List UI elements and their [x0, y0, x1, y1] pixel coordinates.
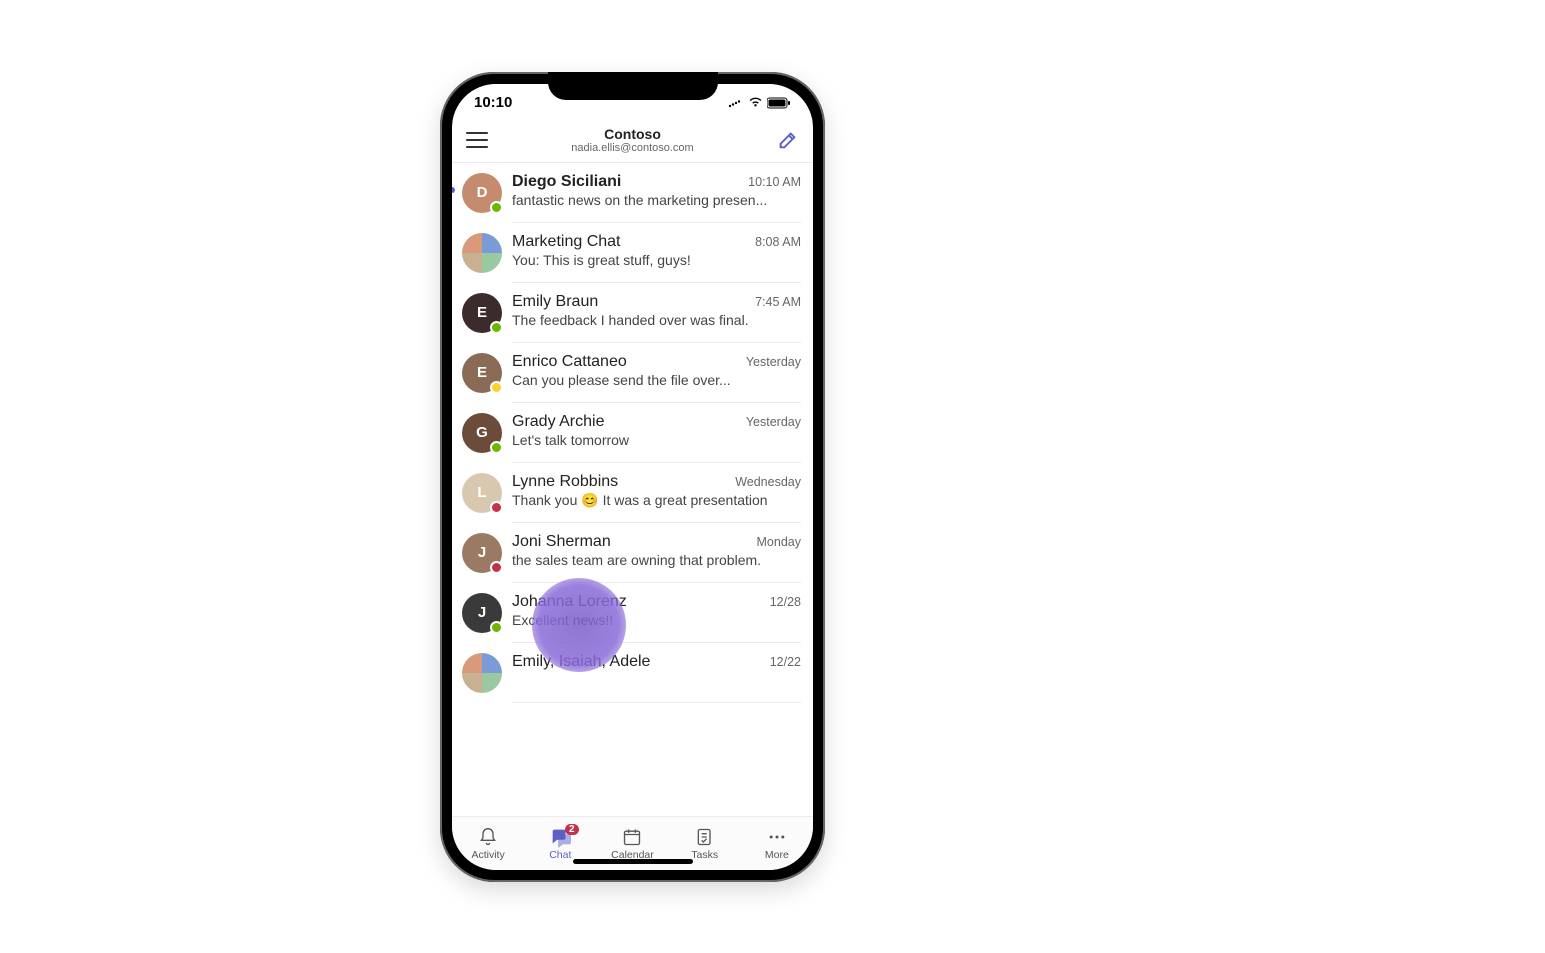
unread-dot: [452, 187, 455, 193]
presence-dnd: [490, 501, 503, 514]
avatar: J: [462, 533, 502, 573]
menu-button[interactable]: [466, 132, 488, 148]
tab-label: Activity: [471, 849, 504, 861]
chat-name: Johanna Lorenz: [512, 593, 627, 611]
chat-row[interactable]: D Diego Siciliani 10:10 AM fantastic news o…: [452, 163, 813, 223]
notch: [548, 72, 718, 100]
chat-time: 8:08 AM: [755, 235, 801, 249]
calendar-icon: [621, 826, 643, 848]
chat-time: 10:10 AM: [748, 175, 801, 189]
divider: [512, 702, 801, 703]
chat-row[interactable]: Marketing Chat 8:08 AM You: This is great …: [452, 223, 813, 283]
chat-preview: the sales team are owning that problem.: [512, 552, 801, 568]
chat-preview: fantastic news on the marketing presen..…: [512, 192, 801, 208]
avatar: [462, 653, 502, 693]
chat-time: Monday: [757, 535, 801, 549]
chat-time: 7:45 AM: [755, 295, 801, 309]
chat-row[interactable]: J Joni Sherman Monday the sales team are ow…: [452, 523, 813, 583]
header-titles[interactable]: Contoso nadia.ellis@contoso.com: [571, 126, 693, 154]
cellular-icon: [728, 98, 744, 108]
avatar: E: [462, 293, 502, 333]
wifi-icon: [748, 97, 763, 108]
user-email: nadia.ellis@contoso.com: [571, 142, 693, 154]
chat-time: Yesterday: [746, 355, 801, 369]
chat-name: Diego Siciliani: [512, 173, 621, 191]
tab-more[interactable]: More: [749, 826, 805, 861]
phone-frame: 10:10 Contoso nadia.ellis@contoso.com DD…: [440, 72, 825, 882]
chat-time: 12/22: [770, 655, 801, 669]
more-icon: [766, 826, 788, 848]
chat-row[interactable]: L Lynne Robbins Wednesday Thank you 😊 It wa…: [452, 463, 813, 523]
chat-row[interactable]: J Johanna Lorenz 12/28 Excellent news!!: [452, 583, 813, 643]
chat-time: Yesterday: [746, 415, 801, 429]
status-time: 10:10: [474, 94, 512, 111]
tab-calendar[interactable]: Calendar: [604, 826, 660, 861]
chat-preview: Let's talk tomorrow: [512, 432, 801, 448]
presence-available: [490, 321, 503, 334]
app-header: Contoso nadia.ellis@contoso.com: [452, 122, 813, 163]
tab-tasks[interactable]: Tasks: [677, 826, 733, 861]
chat-list[interactable]: D Diego Siciliani 10:10 AM fantastic news o…: [452, 163, 813, 816]
status-indicators: [728, 97, 791, 109]
avatar: L: [462, 473, 502, 513]
chat-time: 12/28: [770, 595, 801, 609]
chat-preview: Can you please send the file over...: [512, 372, 801, 388]
presence-available: [490, 201, 503, 214]
tab-activity[interactable]: Activity: [460, 826, 516, 861]
chat-preview: You: This is great stuff, guys!: [512, 252, 801, 268]
chat-preview: Excellent news!!: [512, 612, 801, 628]
tasks-icon: [694, 826, 716, 848]
presence-away: [490, 381, 503, 394]
chat-preview: Thank you 😊 It was a great presentation: [512, 492, 801, 509]
avatar: J: [462, 593, 502, 633]
tab-chat[interactable]: 2 Chat: [532, 826, 588, 861]
tab-label: More: [765, 849, 789, 861]
chat-name: Marketing Chat: [512, 233, 621, 251]
chat-row[interactable]: G Grady Archie Yesterday Let's talk tomorro…: [452, 403, 813, 463]
chat-row[interactable]: E Enrico Cattaneo Yesterday Can you please …: [452, 343, 813, 403]
bell-icon: [477, 826, 499, 848]
presence-available: [490, 621, 503, 634]
compose-icon[interactable]: [777, 129, 799, 151]
avatar: E: [462, 353, 502, 393]
chat-name: Enrico Cattaneo: [512, 353, 627, 371]
tab-label: Tasks: [691, 849, 718, 861]
chat-row[interactable]: Emily, Isaiah, Adele 12/22: [452, 643, 813, 703]
avatar: [462, 233, 502, 273]
org-name: Contoso: [571, 126, 693, 142]
chat-name: Lynne Robbins: [512, 473, 618, 491]
home-indicator[interactable]: [573, 859, 693, 864]
chat-time: Wednesday: [735, 475, 801, 489]
presence-available: [490, 441, 503, 454]
chat-name: Emily Braun: [512, 293, 598, 311]
avatar: G: [462, 413, 502, 453]
chat-badge: 2: [565, 824, 579, 835]
presence-dnd: [490, 561, 503, 574]
tab-label: Chat: [549, 849, 571, 861]
chat-name: Grady Archie: [512, 413, 604, 431]
screen: 10:10 Contoso nadia.ellis@contoso.com DD…: [452, 84, 813, 870]
chat-preview: The feedback I handed over was final.: [512, 312, 801, 328]
battery-icon: [767, 97, 791, 109]
chat-name: Emily, Isaiah, Adele: [512, 653, 650, 671]
chat-name: Joni Sherman: [512, 533, 611, 551]
chat-row[interactable]: E Emily Braun 7:45 AM The feedback I handed…: [452, 283, 813, 343]
avatar: D: [462, 173, 502, 213]
